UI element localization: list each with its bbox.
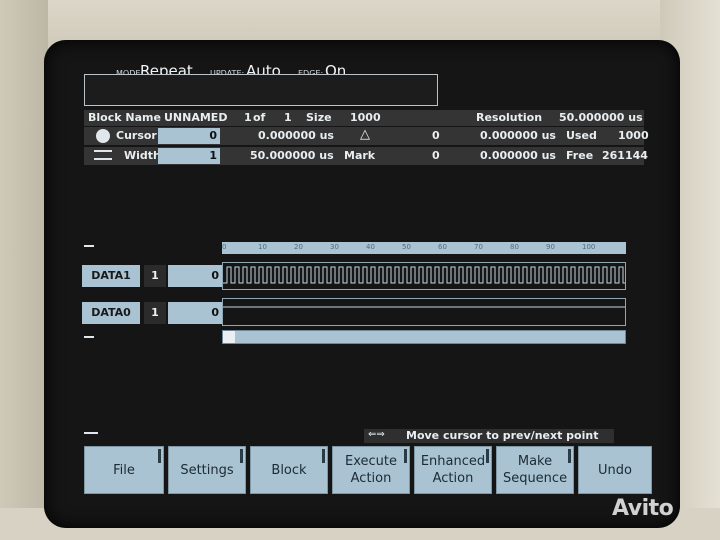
arrow-left-right-icon: ⇐⇒ — [368, 429, 385, 440]
channel-value-data0[interactable]: 0 — [168, 302, 222, 324]
delta-time: 0.000000 us — [480, 129, 556, 142]
width-time: 50.000000 us — [250, 149, 334, 162]
softkey-execute-action-label: Execute Action — [345, 454, 397, 486]
resolution-label: Resolution — [476, 111, 543, 124]
used-label: Used — [566, 129, 597, 142]
softkey-enhanced-action[interactable]: Enhanced Action — [414, 446, 492, 494]
softkey-file-label: File — [113, 462, 135, 478]
free-value: 261144 — [602, 149, 648, 162]
message-box — [84, 74, 438, 106]
ruler-tick: 10 — [258, 243, 267, 251]
channel-name-data1[interactable]: DATA1 — [82, 265, 140, 287]
softkey-file[interactable]: File — [84, 446, 164, 494]
scrollbar-thumb[interactable] — [223, 331, 235, 343]
ruler-tick: 0 — [222, 243, 227, 251]
size-label: Size — [306, 111, 332, 124]
cursor-label: Cursor — [116, 129, 157, 142]
block-of-label: of — [253, 111, 266, 124]
ruler-marker-icon — [84, 245, 94, 253]
submenu-indicator-icon — [568, 449, 571, 463]
ruler-tick: 20 — [294, 243, 303, 251]
size-value: 1000 — [350, 111, 381, 124]
block-total: 1 — [284, 111, 292, 124]
softkey-undo[interactable]: Undo — [578, 446, 652, 494]
time-ruler: 0 10 20 30 40 50 60 70 80 90 100 — [222, 242, 626, 254]
submenu-indicator-icon — [158, 449, 161, 463]
delta-count: 0 — [432, 129, 440, 142]
channel-level-data1[interactable]: 1 — [144, 265, 166, 287]
softkey-block[interactable]: Block — [250, 446, 328, 494]
softkey-make-sequence[interactable]: Make Sequence — [496, 446, 574, 494]
submenu-indicator-icon — [240, 449, 243, 463]
block-name-label: Block Name — [88, 111, 161, 124]
horizontal-scrollbar[interactable] — [222, 330, 626, 344]
softkey-settings-label: Settings — [180, 462, 234, 478]
mark-label: Mark — [344, 149, 376, 162]
ruler-tick: 40 — [366, 243, 375, 251]
watermark-logo: Avito — [612, 496, 674, 521]
width-knob-icon — [94, 150, 112, 160]
submenu-indicator-icon — [322, 449, 325, 463]
submenu-indicator-icon — [486, 449, 489, 463]
softkey-enhanced-action-label: Enhanced Action — [420, 454, 486, 486]
waveform-data0-svg — [223, 306, 625, 308]
used-value: 1000 — [618, 129, 649, 142]
softkey-make-sequence-label: Make Sequence — [502, 454, 568, 486]
waveform-data0[interactable] — [222, 298, 626, 326]
delta-icon: △ — [360, 127, 370, 142]
waveform-data1[interactable] — [222, 262, 627, 290]
softkey-execute-action[interactable]: Execute Action — [332, 446, 410, 494]
cursor-time: 0.000000 us — [258, 129, 334, 142]
status-hint: Move cursor to prev/next point — [406, 429, 599, 442]
cursor-knob-icon — [96, 129, 110, 143]
ruler-tick: 70 — [474, 243, 483, 251]
mark-count: 0 — [432, 149, 440, 162]
channel-name-data0[interactable]: DATA0 — [82, 302, 140, 324]
ruler-tick: 100 — [582, 243, 596, 251]
submenu-indicator-icon — [404, 449, 407, 463]
free-label: Free — [566, 149, 594, 162]
channel-level-data0[interactable]: 1 — [144, 302, 166, 324]
softkey-block-label: Block — [271, 462, 307, 478]
ruler-tick: 30 — [330, 243, 339, 251]
mark-time: 0.000000 us — [480, 149, 556, 162]
ruler-tick: 90 — [546, 243, 555, 251]
block-name-value[interactable]: UNNAMED — [164, 111, 227, 124]
resolution-value[interactable]: 50.000000 us — [559, 111, 643, 124]
monitor-bezel-left — [0, 0, 48, 540]
width-label: Width — [124, 149, 161, 162]
block-index: 1 — [244, 111, 252, 124]
channel-value-data1[interactable]: 0 — [168, 265, 222, 287]
scroll-marker-icon — [84, 336, 94, 344]
softkey-undo-label: Undo — [598, 462, 632, 478]
width-field[interactable]: 1 — [158, 148, 220, 164]
crt-screen: MODE: Repeat UPDATE: Auto EDGE: On Block… — [44, 40, 680, 528]
status-marker-icon — [84, 432, 98, 440]
cursor-field[interactable]: 0 — [158, 128, 220, 144]
clock-waveform — [223, 266, 627, 284]
ruler-tick: 60 — [438, 243, 447, 251]
softkey-settings[interactable]: Settings — [168, 446, 246, 494]
ruler-tick: 80 — [510, 243, 519, 251]
waveform-data1-svg — [223, 266, 627, 284]
ruler-tick: 50 — [402, 243, 411, 251]
